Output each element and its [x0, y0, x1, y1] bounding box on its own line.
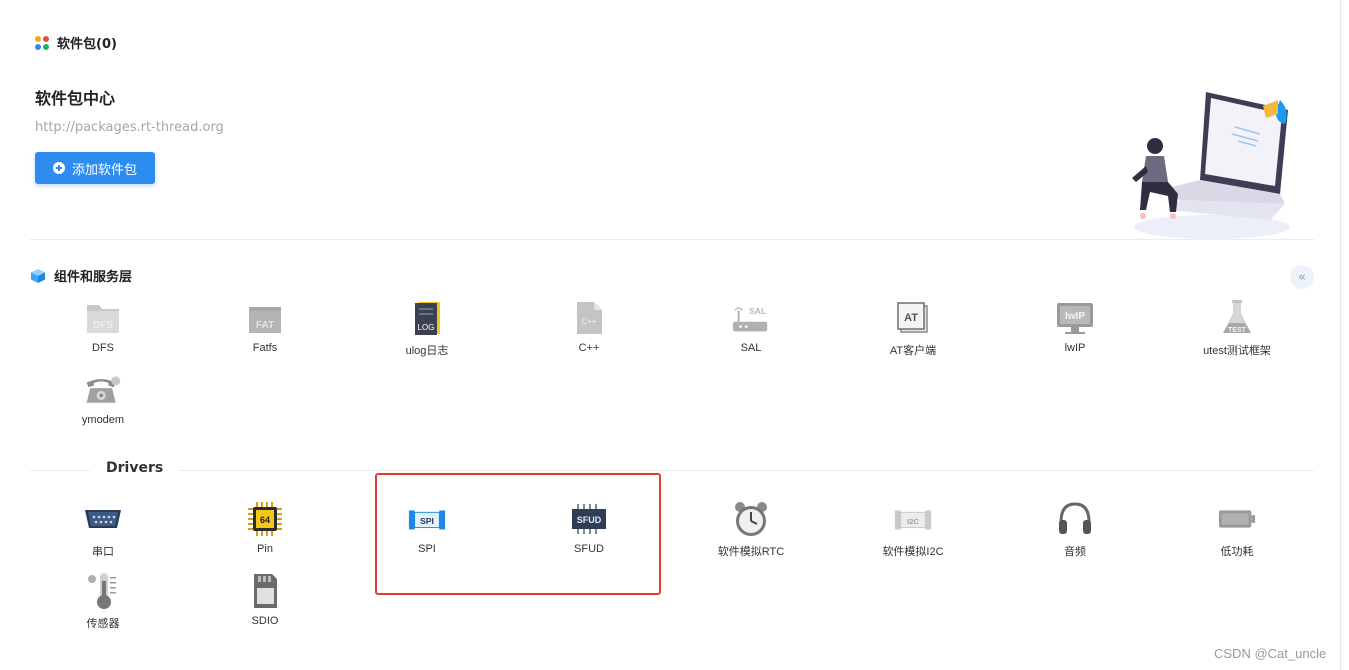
component-label: Fatfs [252, 342, 278, 354]
packages-header: 软件包(0) [35, 33, 117, 52]
cpp-icon-text: C++ [581, 317, 596, 326]
chip-icon: 64 [245, 499, 285, 539]
driver-item-serial[interactable]: 串口 [22, 499, 184, 559]
component-label: AT客户端 [889, 345, 937, 357]
flask-icon: TEST [1217, 298, 1257, 338]
highlight-box [375, 473, 661, 595]
router-icon: SAL [731, 298, 771, 338]
component-item-dfs[interactable]: DFS DFS [22, 298, 184, 354]
component-item-fatfs[interactable]: FAT Fatfs [184, 298, 346, 354]
driver-label: 软件模拟RTC [717, 546, 785, 558]
lwip-icon-text: lwIP [1065, 311, 1085, 322]
serial-port-icon [83, 499, 123, 539]
component-item-ymodem[interactable]: ymodem [22, 370, 184, 426]
pin-icon-text: 64 [260, 515, 270, 525]
i2c-icon-text: I2C [907, 517, 919, 526]
driver-item-sdio[interactable]: SDIO [184, 571, 346, 627]
driver-label: 音频 [1064, 546, 1086, 558]
driver-item-low-power[interactable]: 低功耗 [1156, 499, 1318, 559]
log-icon-text: LOG [418, 323, 435, 332]
driver-item-pin[interactable]: 64 Pin [184, 499, 346, 555]
component-label: SAL [740, 342, 762, 354]
package-center-url[interactable]: http://packages.rt-thread.org [35, 120, 224, 135]
telephone-icon [83, 370, 123, 410]
test-icon-text: TEST [1228, 327, 1247, 334]
fat-icon-text: FAT [256, 320, 274, 331]
headphones-icon [1055, 499, 1095, 539]
drivers-title: Drivers [90, 460, 180, 476]
component-item-lwip[interactable]: lwIP lwIP [994, 298, 1156, 354]
driver-item-sensor[interactable]: 传感器 [22, 571, 184, 631]
dfs-icon-text: DFS [93, 320, 113, 331]
thermometer-icon [83, 571, 123, 611]
component-label: C++ [578, 342, 600, 354]
driver-item-soft-i2c[interactable]: I2C 软件模拟I2C [832, 499, 994, 559]
packages-title: 软件包(0) [57, 37, 117, 52]
component-label: lwIP [1064, 342, 1086, 354]
at-icon: AT [893, 298, 933, 338]
collapse-button[interactable]: « [1290, 265, 1314, 289]
at-icon-text: AT [904, 312, 918, 324]
driver-item-audio[interactable]: 音频 [994, 499, 1156, 559]
i2c-module-icon: I2C [893, 499, 933, 539]
package-center-title: 软件包中心 [35, 89, 116, 108]
packages-logo-icon [35, 35, 49, 50]
component-label: DFS [92, 342, 114, 354]
component-label: ulog日志 [405, 345, 449, 357]
fat-folder-icon: FAT [245, 298, 285, 338]
person-laptop-illustration [1132, 92, 1290, 239]
driver-item-soft-rtc[interactable]: 软件模拟RTC [670, 499, 832, 559]
cpp-file-icon: C++ [569, 298, 609, 338]
driver-label: 软件模拟I2C [882, 546, 944, 558]
monitor-icon: lwIP [1055, 298, 1095, 338]
sd-card-icon [245, 571, 285, 611]
components-section-header: 组件和服务层 [30, 266, 132, 285]
driver-label: 串口 [92, 546, 114, 558]
sal-icon-text: SAL [749, 306, 766, 316]
component-item-sal[interactable]: SAL SAL [670, 298, 832, 354]
battery-icon [1217, 499, 1257, 539]
page-right-border [1340, 0, 1341, 670]
component-item-at-client[interactable]: AT AT客户端 [832, 298, 994, 358]
component-item-ulog[interactable]: LOG ulog日志 [346, 298, 508, 358]
component-label: ymodem [81, 414, 125, 426]
component-item-cpp[interactable]: C++ C++ [508, 298, 670, 354]
component-item-utest[interactable]: TEST utest测试框架 [1156, 298, 1318, 358]
components-title: 组件和服务层 [54, 270, 133, 285]
drivers-divider [30, 470, 1314, 471]
plus-circle-icon [52, 162, 65, 174]
cube-icon [31, 268, 45, 283]
add-package-label: 添加软件包 [71, 162, 137, 178]
component-label: utest测试框架 [1203, 345, 1271, 357]
add-package-button[interactable]: 添加软件包 [35, 152, 155, 184]
alarm-clock-icon [731, 499, 771, 539]
driver-label: SDIO [251, 615, 279, 627]
log-book-icon: LOG [407, 298, 447, 338]
watermark: CSDN @Cat_uncle [1214, 646, 1327, 661]
section-divider [30, 239, 1314, 240]
driver-label: 低功耗 [1220, 546, 1254, 558]
dfs-folder-icon: DFS [83, 298, 123, 338]
driver-label: 传感器 [86, 618, 120, 630]
driver-label: Pin [257, 543, 273, 555]
